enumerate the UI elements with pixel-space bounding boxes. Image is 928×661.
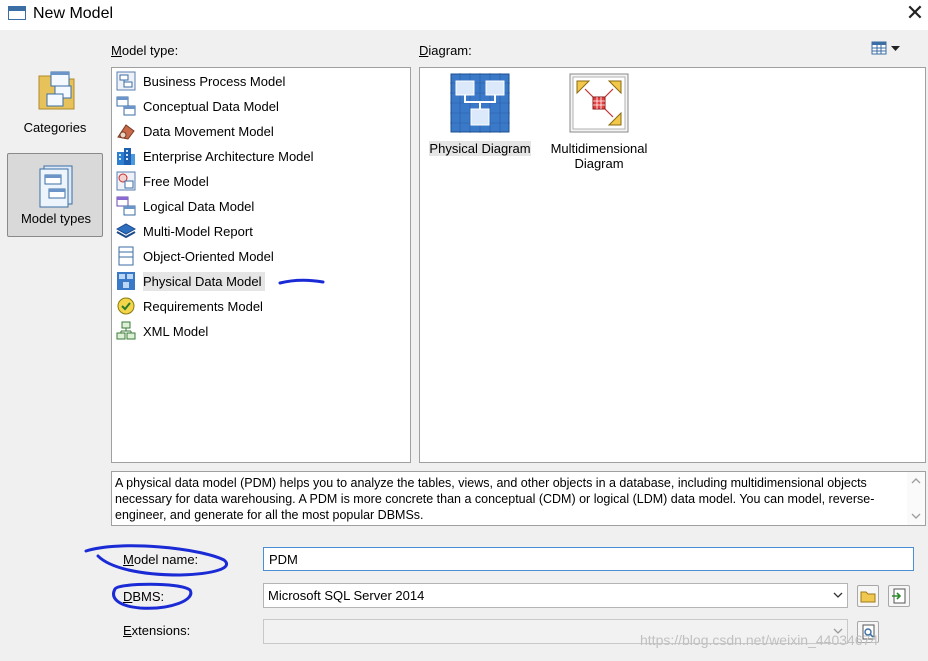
model-type-label: Model type: [111, 43, 179, 58]
categories-folder-icon [38, 71, 75, 110]
model-type-item-label: Object-Oriented Model [143, 248, 274, 264]
model-type-item[interactable]: Free Model [116, 170, 212, 192]
category-label: Model types [20, 211, 92, 226]
category-tile-model-types[interactable]: Model types [7, 153, 103, 237]
folder-icon [860, 591, 876, 603]
model-type-item-label: Free Model [143, 173, 209, 189]
model-name-input[interactable] [263, 547, 914, 571]
enterprise-architecture-model-icon [117, 148, 135, 165]
description-text: A physical data model (PDM) helps you to… [115, 476, 875, 522]
business-process-model-icon [116, 71, 136, 91]
diagram-label: Diagram: [419, 43, 472, 58]
model-name-label: Model name: [123, 552, 199, 567]
model-type-item-label: Conceptual Data Model [143, 98, 279, 114]
model-type-item-label: Business Process Model [143, 73, 286, 89]
chevron-down-icon [833, 592, 843, 598]
dbms-select[interactable]: Microsoft SQL Server 2014 [263, 583, 848, 608]
diagram-item-selected[interactable]: Physical Diagram [424, 73, 536, 156]
model-type-item[interactable]: Data Movement Model [116, 120, 277, 142]
window-icon [8, 6, 26, 20]
model-type-item-label: Data Movement Model [143, 123, 274, 139]
object-oriented-model-icon [118, 246, 134, 266]
window-title: New Model [33, 5, 114, 22]
diagram-item-label: Physical Diagram [429, 141, 531, 156]
logical-data-model-icon [116, 196, 136, 216]
data-movement-model-icon [117, 124, 135, 140]
model-type-item[interactable]: Business Process Model [116, 70, 288, 92]
open-dbms-folder-button[interactable] [857, 585, 879, 607]
model-type-list[interactable]: Business Process Model Conceptual Data M… [111, 67, 411, 463]
model-type-item-label: Multi-Model Report [143, 223, 253, 239]
category-label: Categories [23, 120, 87, 135]
model-type-item[interactable]: Requirements Model [116, 295, 266, 317]
physical-diagram-icon [450, 73, 510, 133]
model-type-item-label: Physical Data Model [143, 271, 265, 291]
diagram-list[interactable]: Physical Diagram Multidimensional Diagra… [419, 67, 926, 463]
model-type-item[interactable]: Multi-Model Report [116, 220, 256, 242]
model-type-item-label: Enterprise Architecture Model [143, 148, 314, 164]
xml-model-icon [116, 321, 136, 340]
properties-icon [892, 588, 906, 604]
model-description: A physical data model (PDM) helps you to… [111, 471, 926, 526]
dbms-properties-button[interactable] [888, 585, 910, 607]
model-type-item-label: Requirements Model [143, 298, 263, 314]
close-icon[interactable]: ✕ [902, 3, 928, 27]
description-scrollbar[interactable] [907, 472, 925, 525]
model-type-item-selected[interactable]: Physical Data Model [116, 270, 265, 292]
diagram-item-label: Diagram [574, 156, 624, 171]
category-tile-categories[interactable]: Categories [7, 62, 103, 142]
model-type-item[interactable]: XML Model [116, 320, 211, 342]
model-type-item[interactable]: Conceptual Data Model [116, 95, 282, 117]
model-type-item[interactable]: Logical Data Model [116, 195, 257, 217]
model-type-item-label: XML Model [143, 323, 209, 339]
free-model-icon [116, 171, 136, 191]
conceptual-data-model-icon [116, 96, 136, 116]
title-bar: New Model ✕ [0, 0, 928, 30]
dbms-label: DBMS: [123, 589, 165, 604]
requirements-model-icon [117, 297, 135, 315]
model-types-icon [39, 165, 73, 208]
dbms-selected-value: Microsoft SQL Server 2014 [268, 588, 425, 603]
diagram-item-label: Multidimensional [550, 141, 648, 156]
multidimensional-diagram-icon [569, 73, 629, 133]
model-type-item[interactable]: Enterprise Architecture Model [116, 145, 317, 167]
multi-model-report-icon [116, 223, 136, 239]
model-type-item-label: Logical Data Model [143, 198, 255, 214]
watermark: https://blog.csdn.net/weixin_44034674 [640, 632, 879, 648]
view-mode-toggle-icon[interactable] [870, 40, 904, 58]
extensions-label: Extensions: [123, 623, 191, 638]
diagram-item[interactable]: Multidimensional Diagram [544, 73, 654, 171]
physical-data-model-icon [117, 272, 135, 290]
model-type-item[interactable]: Object-Oriented Model [116, 245, 277, 267]
